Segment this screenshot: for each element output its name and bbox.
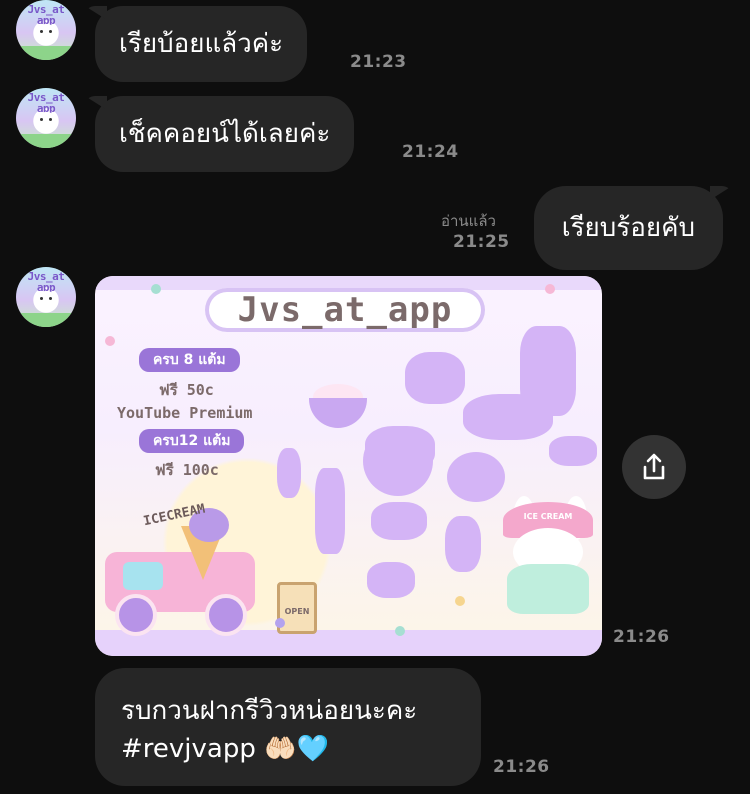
message-bubble[interactable]: เรียบร้อยคับ (533, 186, 723, 270)
message-text: เช็คคอยน์ได้เลยค่ะ (119, 119, 331, 149)
promo-text: ฟรี 50c (159, 381, 214, 399)
avatar[interactable]: Jvs_at app (16, 88, 76, 148)
message-bubble[interactable]: รบกวนฝากรีวิวหน่อยนะคะ #revjvapp 🤲🏻🩵 (95, 668, 481, 786)
avatar[interactable]: Jvs_at app (16, 267, 76, 327)
message-text: เรียบร้อยคับ (561, 213, 695, 243)
hat-label: ICE CREAM (523, 512, 573, 521)
collectible-silhouette (371, 502, 427, 540)
collectible-silhouette (367, 562, 415, 598)
share-icon (643, 453, 665, 480)
promo-text: ฟรี 100c (155, 461, 219, 479)
promo-logo: Jvs_at_app (205, 288, 485, 332)
collectible-silhouette (447, 452, 505, 502)
avatar-text: Jvs_at app (27, 91, 65, 115)
image-attachment[interactable]: Jvs_at_app ครบ 8 แต้ม ฟรี 50c YouTube Pr… (95, 276, 602, 656)
share-button[interactable] (622, 435, 686, 499)
avatar[interactable]: Jvs_at app (16, 0, 76, 60)
collectible-silhouette (463, 394, 553, 440)
collectible-silhouette (363, 426, 433, 496)
collectible-silhouette (315, 468, 345, 554)
message-text: รบกวนฝากรีวิวหน่อยนะคะ (121, 696, 418, 726)
message-timestamp: 21:23 (350, 52, 407, 72)
message-timestamp: 21:26 (493, 757, 550, 777)
avatar-text: Jvs_at app (27, 270, 65, 294)
message-timestamp: 21:25 (453, 232, 510, 252)
collectible-silhouette (549, 436, 597, 466)
promo-pill: ครบ 8 แต้ม (139, 348, 240, 372)
promo-pill: ครบ12 แต้ม (139, 429, 245, 453)
message-text: เรียบ้อยแล้วค่ะ (119, 29, 284, 59)
message-text: #revjvapp 🤲🏻🩵 (121, 734, 329, 764)
sign-label: OPEN (284, 607, 310, 616)
avatar-text: Jvs_at app (27, 3, 65, 27)
collectible-silhouette (277, 448, 301, 498)
read-receipt: อ่านแล้ว (441, 212, 496, 230)
collectible-silhouette (405, 352, 465, 404)
message-timestamp: 21:24 (402, 142, 459, 162)
message-timestamp: 21:26 (613, 627, 670, 647)
promo-text: YouTube Premium (117, 404, 253, 422)
collectible-silhouette (445, 516, 481, 572)
message-bubble[interactable]: เช็คคอยน์ได้เลยค่ะ (95, 96, 355, 172)
message-bubble[interactable]: เรียบ้อยแล้วค่ะ (95, 6, 308, 82)
